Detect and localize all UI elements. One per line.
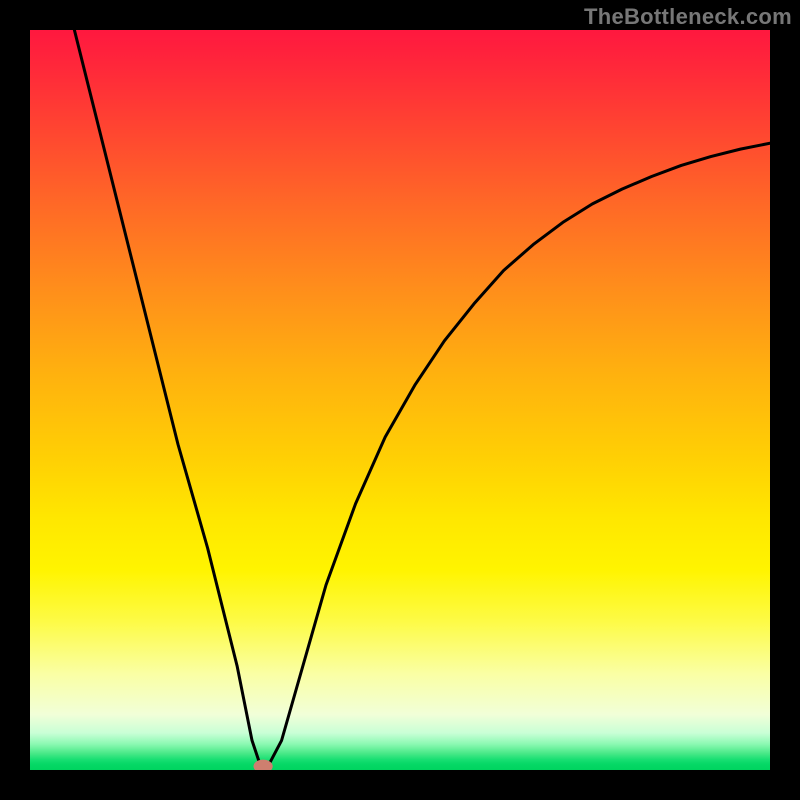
bottleneck-curve — [74, 30, 770, 769]
watermark-text: TheBottleneck.com — [584, 4, 792, 30]
bottleneck-curve-svg — [30, 30, 770, 770]
plot-area — [30, 30, 770, 770]
chart-frame: TheBottleneck.com — [0, 0, 800, 800]
